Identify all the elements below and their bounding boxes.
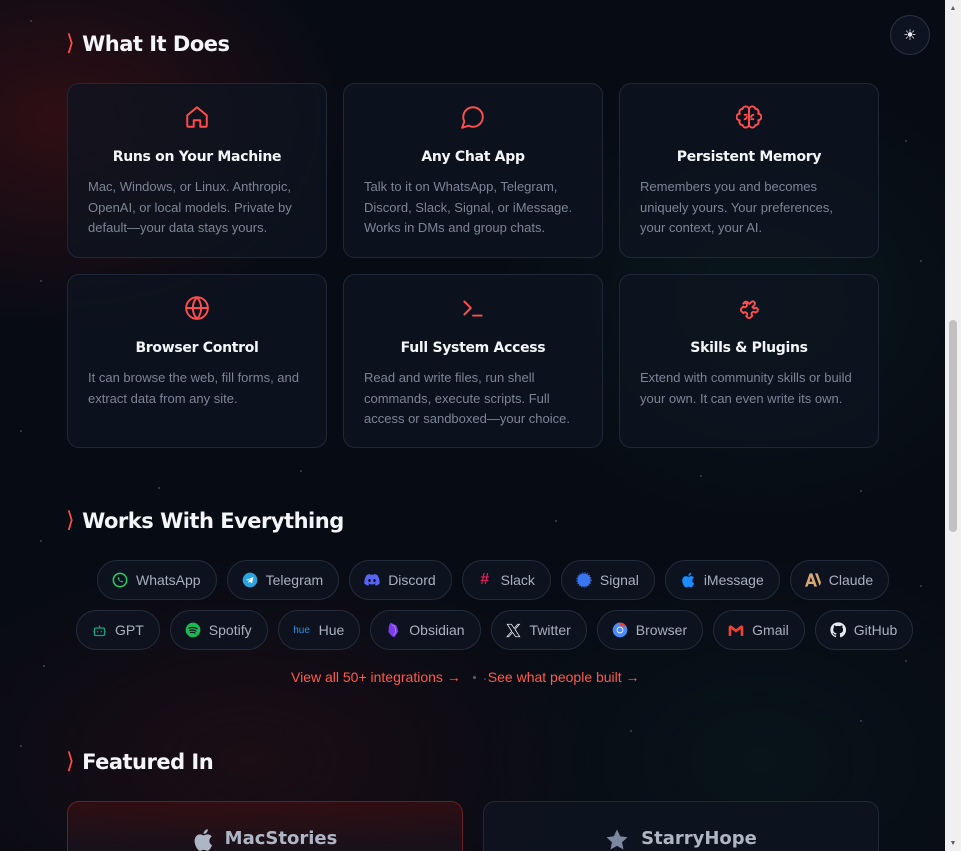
- discord-icon: [364, 572, 380, 588]
- section-title-what-it-does: ⟩ What It Does: [66, 31, 230, 56]
- chevron-right-icon: ⟩: [66, 31, 75, 56]
- x-twitter-icon: [506, 622, 522, 638]
- spotify-icon: [185, 622, 201, 638]
- github-icon: [830, 622, 846, 638]
- feature-description: It can browse the web, fill forms, and e…: [88, 370, 299, 406]
- integration-gmail[interactable]: Gmail: [713, 610, 805, 650]
- feature-description: Read and write files, run shell commands…: [364, 370, 570, 426]
- integration-claude[interactable]: Claude: [789, 560, 890, 600]
- chevron-right-icon: ⟩: [66, 749, 75, 774]
- integration-twitter[interactable]: Twitter: [490, 610, 587, 650]
- featured-card-macstories[interactable]: MacStories: [67, 801, 463, 851]
- gmail-icon: [728, 622, 744, 638]
- chat-bubble-icon: [364, 104, 582, 132]
- feature-description: Talk to it on WhatsApp, Telegram, Discor…: [364, 179, 573, 235]
- sun-icon: ☀: [903, 27, 917, 44]
- integration-links: View all 50+ integrations → See what peo…: [291, 669, 640, 685]
- puzzle-icon: [640, 295, 858, 323]
- feature-card-browser-control: Browser Control It can browse the web, f…: [67, 274, 327, 448]
- featured-card-starryhope[interactable]: StarryHope: [483, 801, 879, 851]
- apple-icon: [680, 572, 696, 588]
- feature-title: Runs on Your Machine: [112, 149, 282, 165]
- integration-github[interactable]: GitHub: [814, 610, 914, 650]
- integration-telegram[interactable]: Telegram: [226, 560, 340, 600]
- feature-card-runs-on-machine: Runs on Your Machine Mac, Windows, or Li…: [67, 83, 327, 258]
- signal-icon: [576, 572, 592, 588]
- integration-discord[interactable]: Discord: [349, 560, 452, 600]
- slack-icon: #: [480, 571, 490, 588]
- scroll-down-arrow-icon[interactable]: ▼: [945, 835, 961, 851]
- chevron-right-icon: ⟩: [66, 508, 75, 533]
- view-all-integrations-link[interactable]: View all 50+ integrations →: [291, 669, 461, 685]
- hue-icon: hue: [293, 624, 310, 636]
- feature-description: Remembers you and becomes uniquely yours…: [640, 179, 833, 235]
- integrations-row-1: WhatsApp Telegram Discord # Slack Signal…: [97, 560, 890, 600]
- integration-browser[interactable]: Browser: [596, 610, 704, 650]
- integration-spotify[interactable]: Spotify: [169, 610, 268, 650]
- brain-icon: [640, 104, 858, 132]
- feature-title: Any Chat App: [421, 149, 525, 165]
- feature-title: Full System Access: [400, 340, 546, 356]
- integration-whatsapp[interactable]: WhatsApp: [97, 560, 217, 600]
- page-scrollbar[interactable]: ▲ ▼: [945, 0, 961, 851]
- integrations-row-2: GPT Spotify hue Hue Obsidian Twitter Bro…: [76, 610, 914, 650]
- whatsapp-icon: [112, 572, 128, 588]
- feature-description: Extend with community skills or build yo…: [640, 370, 852, 406]
- section-title-featured-in: ⟩ Featured In: [66, 749, 214, 774]
- scroll-up-arrow-icon[interactable]: ▲: [945, 0, 961, 16]
- claude-icon: [804, 572, 821, 588]
- apple-icon: [193, 828, 213, 851]
- feature-card-full-system-access: Full System Access Read and write files,…: [343, 274, 603, 448]
- scrollbar-thumb[interactable]: [949, 320, 957, 532]
- integration-slack[interactable]: # Slack: [461, 560, 551, 600]
- chrome-icon: [612, 622, 628, 638]
- feature-card-persistent-memory: Persistent Memory Remembers you and beco…: [619, 83, 879, 258]
- integration-obsidian[interactable]: Obsidian: [370, 610, 481, 650]
- showcase-link[interactable]: See what people built →: [488, 669, 640, 685]
- integration-imessage[interactable]: iMessage: [664, 560, 780, 600]
- home-icon: [88, 104, 306, 132]
- feature-card-skills-plugins: Skills & Plugins Extend with community s…: [619, 274, 879, 448]
- robot-icon: [91, 622, 107, 638]
- telegram-icon: [242, 572, 258, 588]
- feature-description: Mac, Windows, or Linux. Anthropic, OpenA…: [88, 179, 292, 235]
- feature-title: Skills & Plugins: [690, 340, 808, 356]
- obsidian-icon: [385, 622, 401, 638]
- terminal-icon: [364, 295, 582, 323]
- section-title-works-with: ⟩ Works With Everything: [66, 508, 344, 533]
- feature-title: Persistent Memory: [676, 149, 822, 165]
- star-icon: [605, 828, 629, 851]
- integration-signal[interactable]: Signal: [560, 560, 655, 600]
- globe-icon: [88, 295, 306, 323]
- feature-title: Browser Control: [135, 340, 259, 356]
- integration-hue[interactable]: hue Hue: [277, 610, 361, 650]
- theme-toggle-button[interactable]: ☀: [890, 15, 930, 55]
- integration-gpt[interactable]: GPT: [76, 610, 160, 650]
- feature-card-any-chat-app: Any Chat App Talk to it on WhatsApp, Tel…: [343, 83, 603, 258]
- separator-dot: [472, 675, 476, 679]
